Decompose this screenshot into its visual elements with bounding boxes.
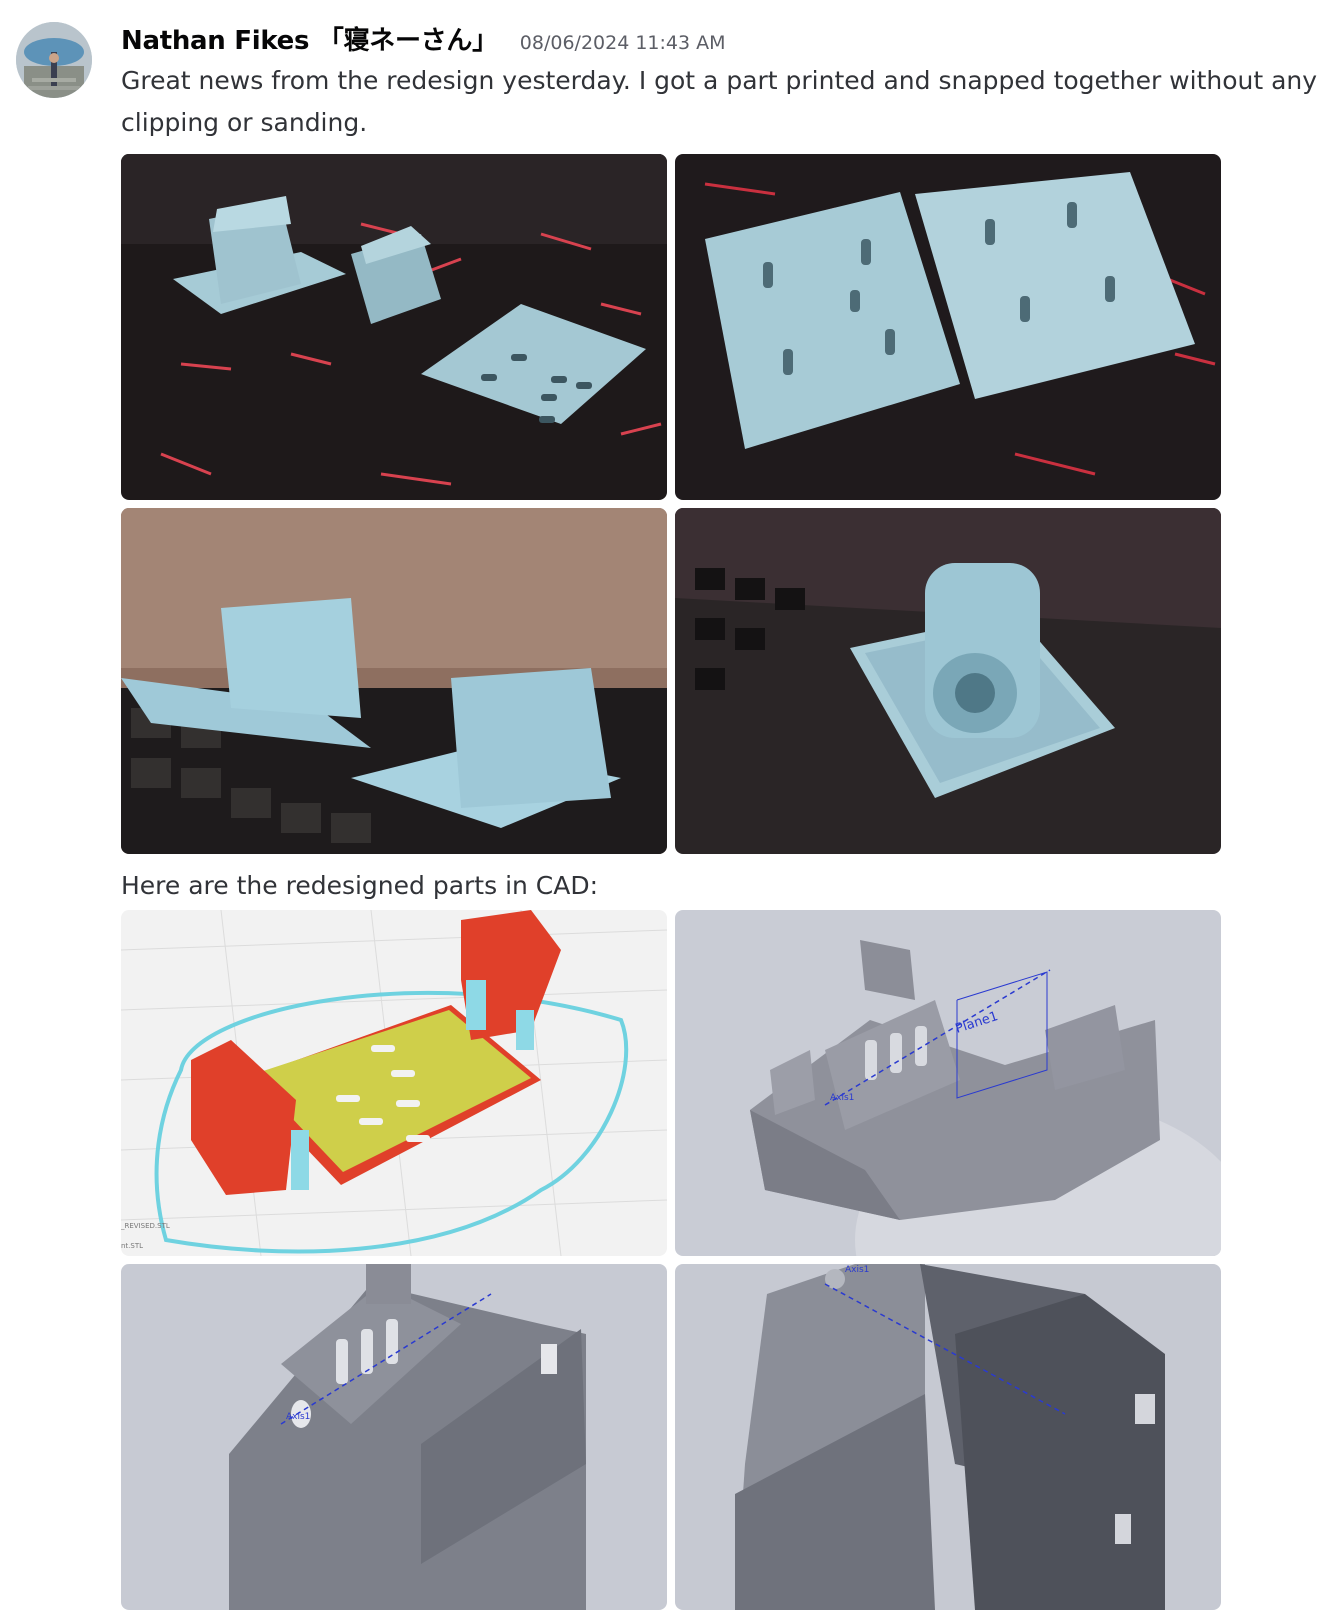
printed-parts-photo-1[interactable]: [121, 154, 667, 500]
author-name[interactable]: Nathan Fikes 「寝ネーさん」: [121, 20, 498, 57]
slicer-file-label: _REVISED.STL: [121, 1222, 170, 1230]
author-avatar[interactable]: [16, 22, 92, 98]
slicer-preview[interactable]: _REVISED.STL nt.STL: [121, 910, 667, 1256]
cad-axis-label: Axis1: [830, 1093, 854, 1103]
cad-render-1[interactable]: Plane1 Axis1: [675, 910, 1221, 1256]
cad-render-3[interactable]: Axis1: [675, 1264, 1221, 1610]
message-text: Great news from the redesign yesterday. …: [121, 66, 1318, 137]
photo-attachments-grid: [121, 154, 1221, 854]
printed-parts-photo-3[interactable]: [121, 508, 667, 854]
cad-axis-label: Axis1: [286, 1412, 310, 1422]
printed-parts-photo-4[interactable]: [675, 508, 1221, 854]
cad-render-2[interactable]: Axis1: [121, 1264, 667, 1610]
message-timestamp[interactable]: 08/06/2024 11:43 AM: [520, 32, 726, 54]
cad-axis-label: Axis1: [845, 1265, 869, 1275]
printed-parts-photo-2[interactable]: [675, 154, 1221, 500]
message-header: Nathan Fikes 「寝ネーさん」 08/06/2024 11:43 AM: [121, 20, 726, 60]
message-text-secondary: Here are the redesigned parts in CAD:: [121, 871, 599, 900]
slicer-file-label: nt.STL: [121, 1242, 143, 1250]
cad-attachments-grid: _REVISED.STL nt.STL Plane1 Axis1 Axis1 A…: [121, 910, 1221, 1610]
